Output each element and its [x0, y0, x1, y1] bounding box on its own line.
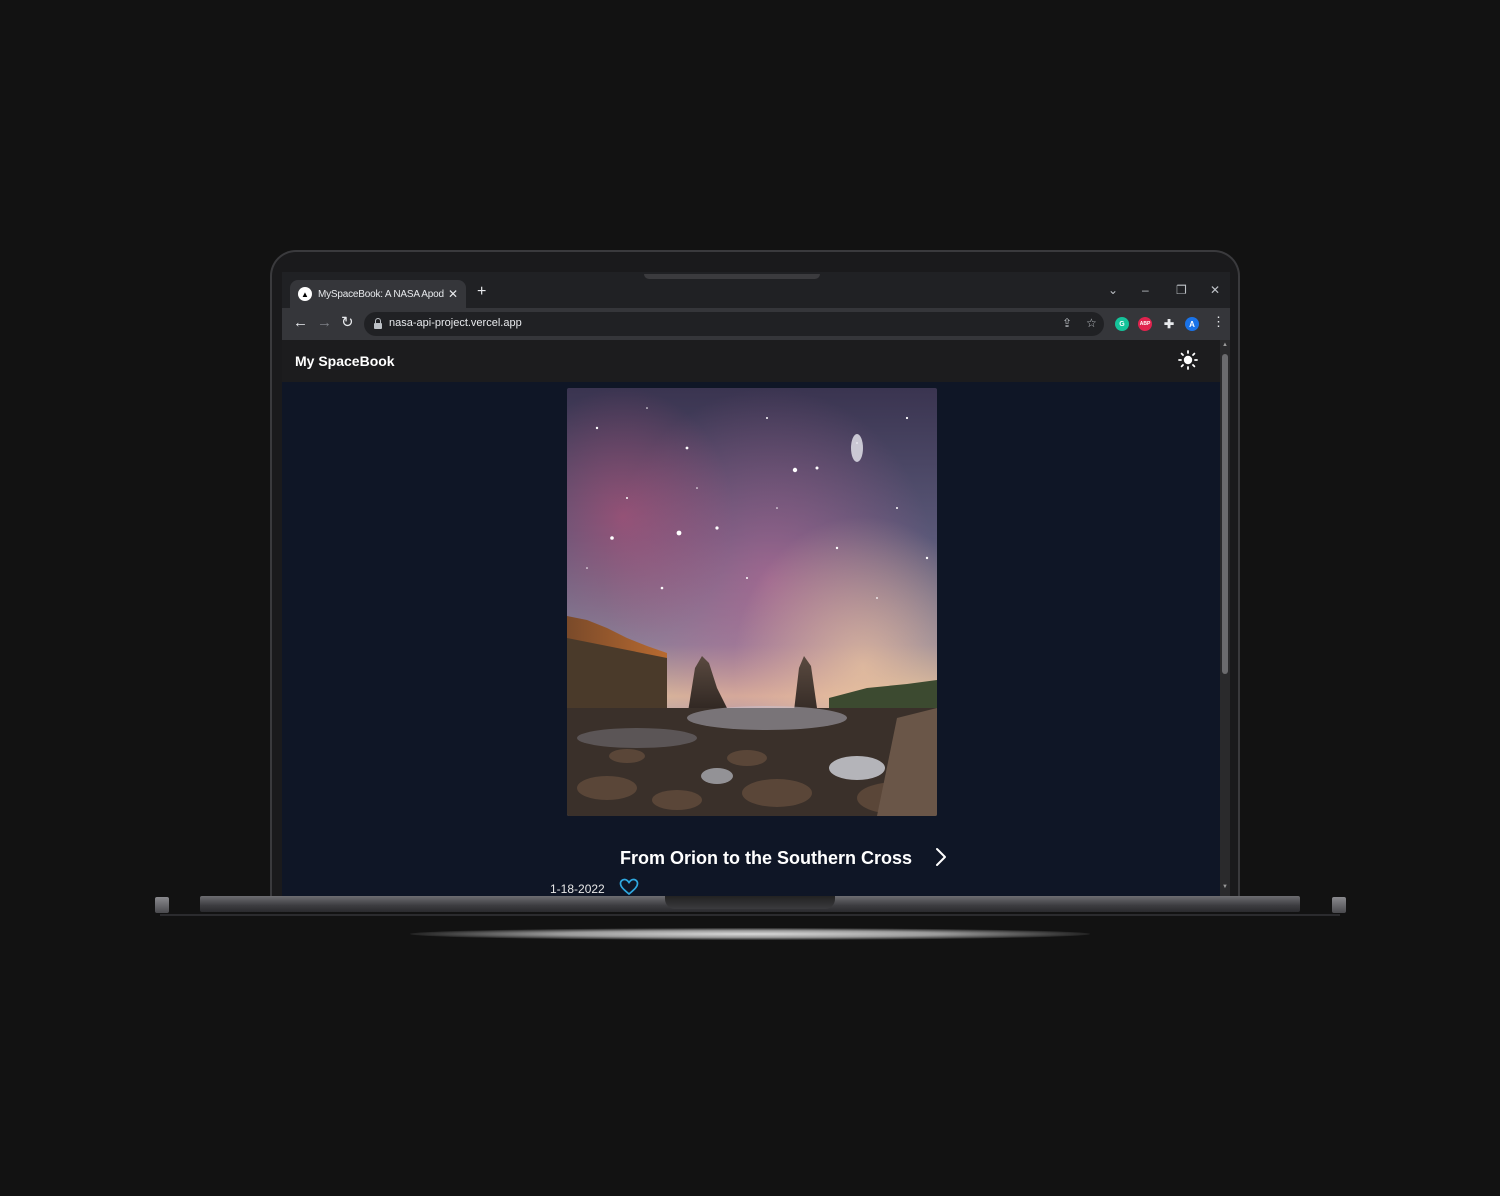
profile-avatar[interactable]: A: [1185, 317, 1199, 331]
scroll-thumb[interactable]: [1222, 354, 1228, 674]
bookmark-star-icon[interactable]: ☆: [1086, 316, 1097, 330]
laptop-base-edge: [160, 914, 1340, 916]
scroll-up-icon[interactable]: ▲: [1222, 342, 1228, 348]
browser-menu-icon[interactable]: ⋮: [1212, 314, 1225, 330]
laptop-camera-notch: [644, 274, 820, 279]
page-scrollbar[interactable]: ▲ ▼: [1220, 340, 1230, 896]
heart-icon[interactable]: [619, 878, 639, 896]
apod-title: From Orion to the Southern Cross: [620, 848, 913, 868]
new-tab-icon[interactable]: +: [477, 284, 486, 300]
browser-tab[interactable]: ▲ MySpaceBook: A NASA Apod Image ✕: [290, 280, 466, 308]
laptop-hinge-left: [155, 897, 169, 913]
app-navbar: My SpaceBook: [282, 340, 1220, 382]
app-brand[interactable]: My SpaceBook: [295, 353, 395, 369]
reload-icon[interactable]: ↻: [341, 315, 354, 331]
adblock-icon[interactable]: ABP: [1138, 317, 1152, 331]
tab-favicon-icon: ▲: [298, 287, 312, 301]
grammarly-icon[interactable]: G: [1115, 317, 1129, 331]
url-text[interactable]: nasa-api-project.vercel.app: [389, 317, 522, 329]
forward-arrow-icon[interactable]: →: [317, 315, 332, 331]
laptop-shadow: [410, 928, 1090, 940]
laptop-screen: ▲ MySpaceBook: A NASA Apod Image ✕ + ⌄ –…: [282, 272, 1230, 896]
restore-icon[interactable]: ❐: [1176, 283, 1187, 297]
back-arrow-icon[interactable]: ←: [293, 315, 308, 331]
laptop-hinge-right: [1332, 897, 1346, 913]
web-page: My SpaceBook From Orion to the Southern …: [282, 340, 1220, 896]
tab-search-chevron-icon[interactable]: ⌄: [1108, 283, 1118, 297]
chevron-right-icon[interactable]: [934, 846, 948, 868]
laptop-thumb-groove: [665, 896, 835, 909]
tab-close-icon[interactable]: ✕: [448, 287, 458, 301]
apod-date: 1-18-2022: [550, 882, 605, 896]
address-bar[interactable]: nasa-api-project.vercel.app ⇪ ☆: [364, 312, 1104, 336]
browser-toolbar: ← → ↻ nasa-api-project.vercel.app ⇪ ☆ G …: [282, 308, 1230, 340]
minimize-icon[interactable]: –: [1142, 283, 1149, 297]
sun-icon[interactable]: [1178, 350, 1198, 370]
apod-image[interactable]: [567, 388, 937, 816]
share-icon[interactable]: ⇪: [1062, 316, 1072, 330]
close-window-icon[interactable]: ✕: [1210, 283, 1220, 297]
extensions-puzzle-icon[interactable]: ✚: [1162, 317, 1176, 331]
lock-icon: [374, 318, 382, 329]
tab-title: MySpaceBook: A NASA Apod Image: [318, 288, 446, 300]
scroll-down-icon[interactable]: ▼: [1222, 884, 1228, 890]
